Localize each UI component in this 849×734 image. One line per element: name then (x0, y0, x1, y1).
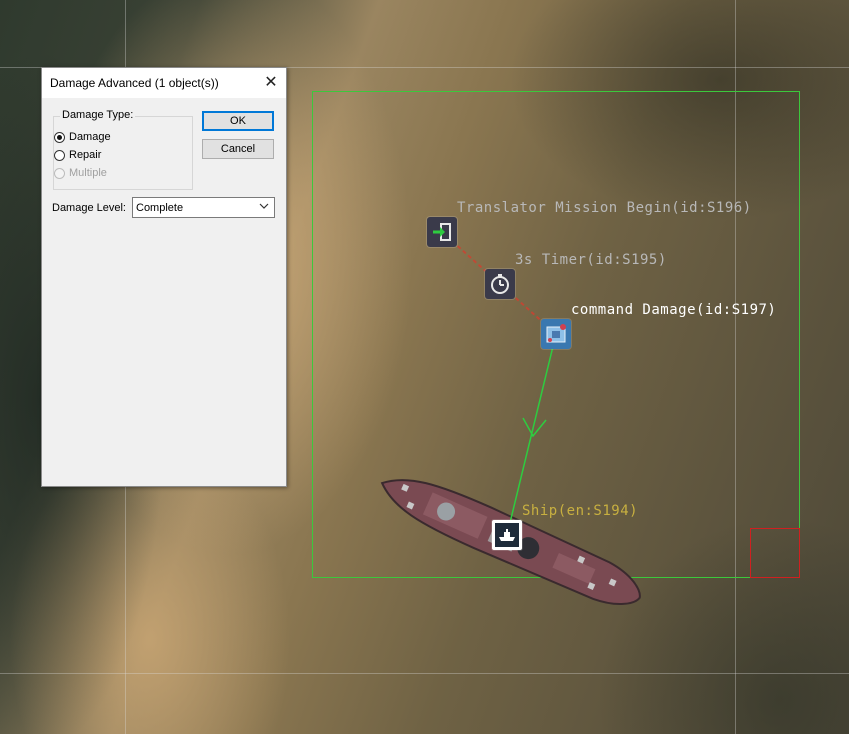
radio-checked-icon (54, 131, 65, 143)
timer-node[interactable] (485, 269, 515, 299)
radio-damage-label: Damage (69, 131, 111, 143)
ship-node[interactable] (492, 520, 522, 550)
radio-unchecked-icon (54, 149, 65, 161)
command-icon (546, 324, 566, 343)
ship-icon (495, 523, 519, 547)
enter-icon (433, 223, 451, 241)
command-label: command Damage(id:S197) (571, 302, 777, 318)
ship-label: Ship(en:S194) (522, 503, 639, 519)
radio-damage[interactable]: Damage (54, 129, 111, 145)
close-icon[interactable]: ✕ (256, 68, 286, 98)
ok-button[interactable]: OK (202, 111, 274, 131)
stopwatch-icon (491, 274, 509, 294)
damage-level-value: Complete (136, 202, 184, 214)
radio-multiple-label: Multiple (69, 167, 107, 179)
mission-begin-label: Translator Mission Begin(id:S196) (457, 200, 752, 216)
damage-advanced-dialog: Damage Advanced (1 object(s)) ✕ Damage T… (41, 67, 287, 487)
cancel-button[interactable]: Cancel (202, 139, 274, 159)
dialog-titlebar[interactable]: Damage Advanced (1 object(s)) ✕ (42, 68, 286, 98)
chevron-down-icon (259, 203, 269, 209)
radio-disabled-icon (54, 167, 65, 179)
damage-level-select[interactable]: Complete (132, 197, 275, 218)
command-node[interactable] (541, 319, 571, 349)
damage-level-label: Damage Level: (52, 202, 126, 214)
radio-repair[interactable]: Repair (54, 147, 101, 163)
radio-repair-label: Repair (69, 149, 102, 161)
dialog-title: Damage Advanced (1 object(s)) (50, 76, 219, 90)
radio-multiple: Multiple (54, 165, 107, 181)
mission-begin-node[interactable] (427, 217, 457, 247)
timer-label: 3s Timer(id:S195) (515, 252, 667, 268)
damage-type-legend: Damage Type: (60, 109, 136, 121)
